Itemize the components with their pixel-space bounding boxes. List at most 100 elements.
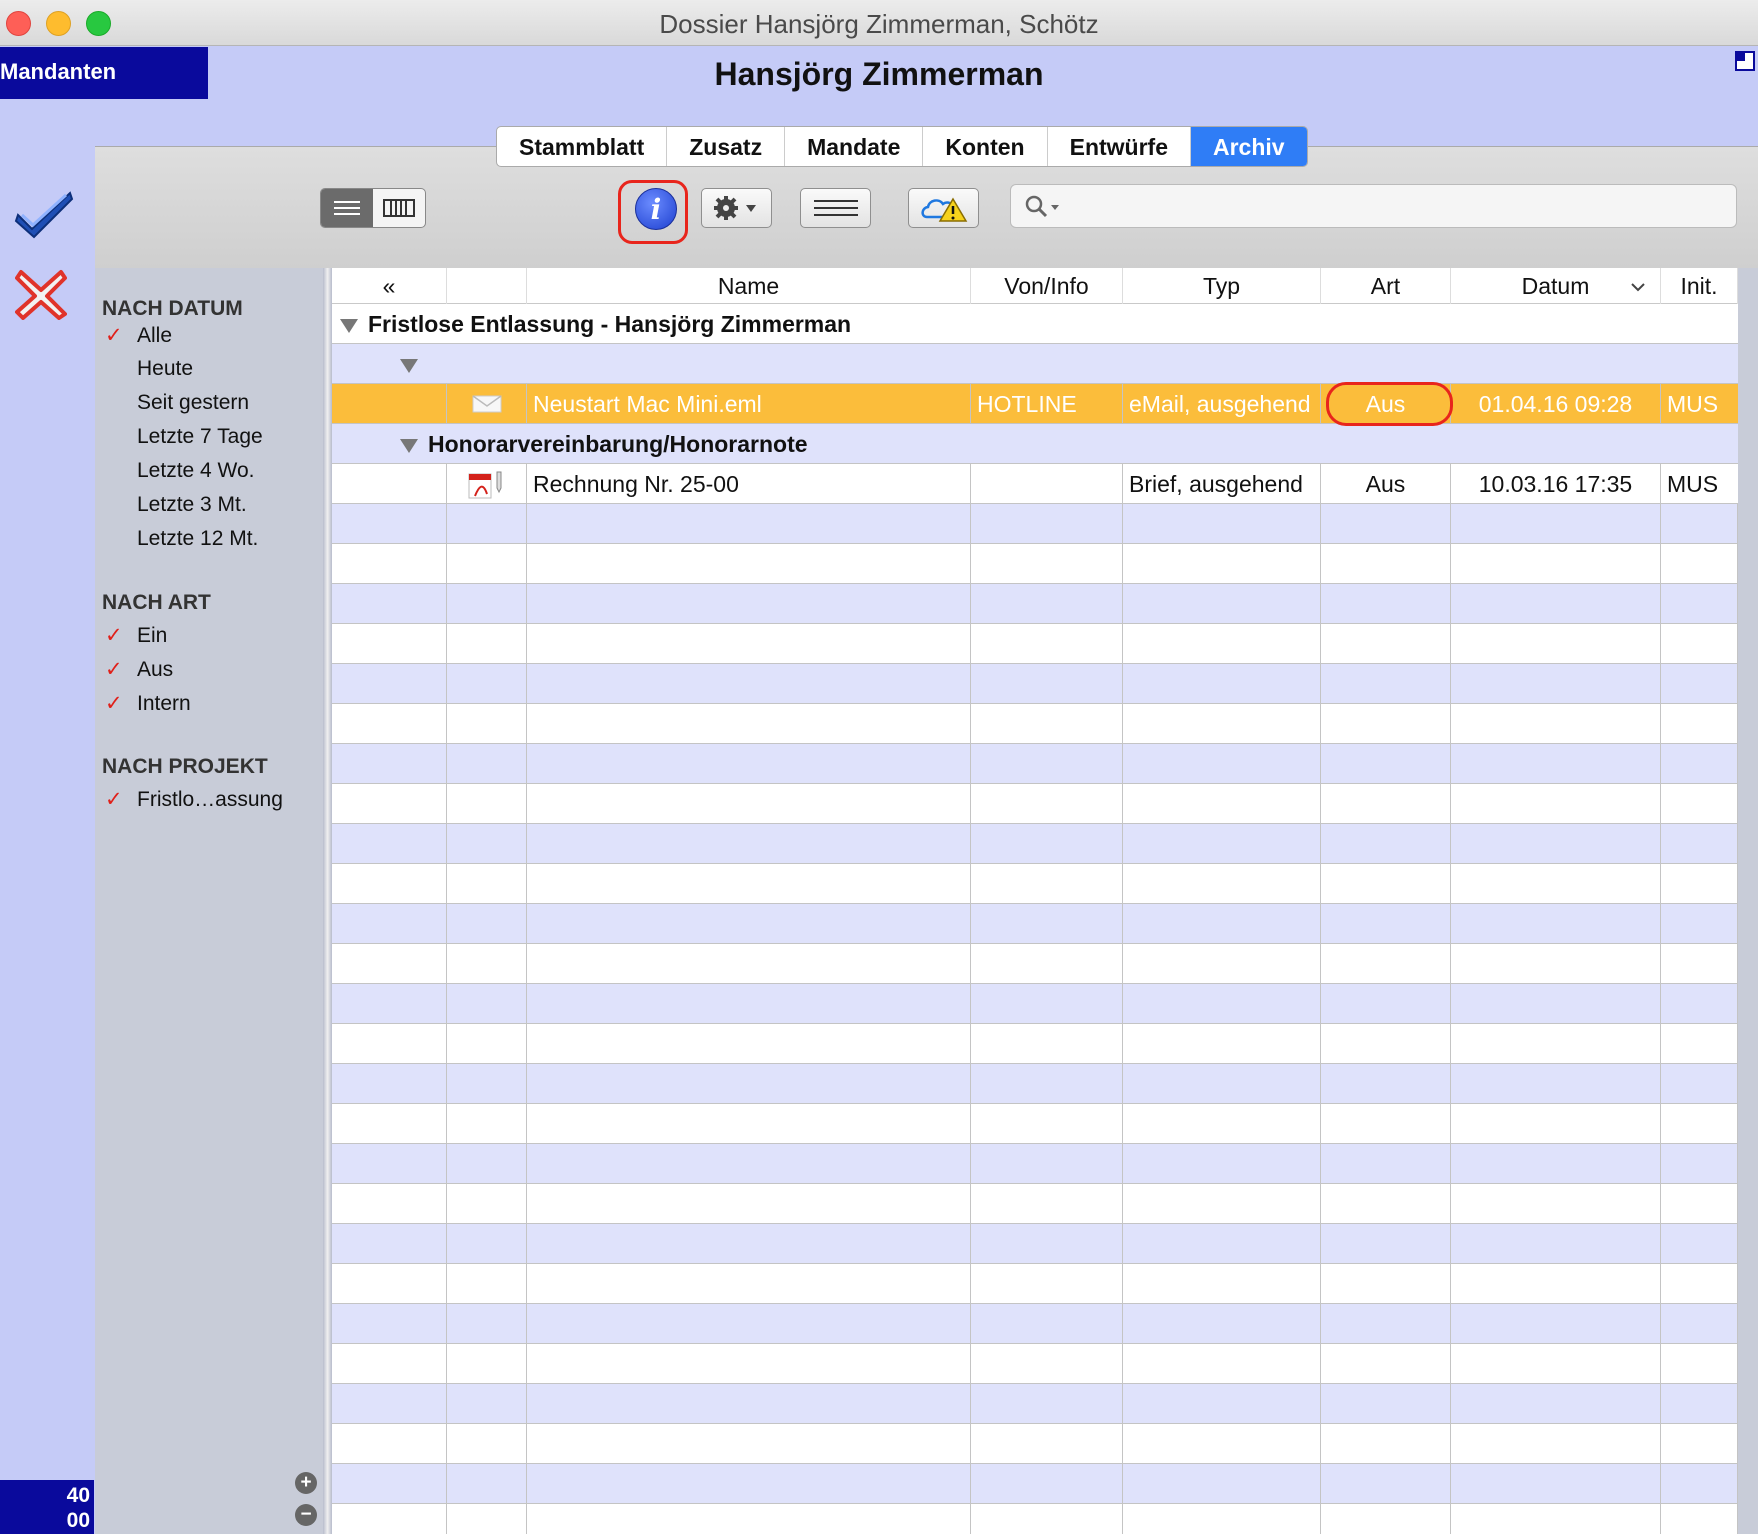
empty-table-row[interactable] <box>332 1424 1738 1464</box>
filter-label: Letzte 3 Mt. <box>137 493 247 516</box>
empty-table-row[interactable] <box>332 1504 1738 1534</box>
empty-table-row[interactable] <box>332 984 1738 1024</box>
search-input[interactable] <box>1063 191 1723 221</box>
empty-table-row[interactable] <box>332 624 1738 664</box>
table-row[interactable]: Neustart Mac Mini.eml HOTLINE eMail, aus… <box>332 384 1738 424</box>
confirm-check-icon[interactable] <box>14 185 74 239</box>
empty-table-row[interactable] <box>332 1184 1738 1224</box>
check-icon: ✓ <box>105 324 123 347</box>
layout-lines-button[interactable] <box>800 188 871 228</box>
column-header-datum[interactable]: Datum <box>1451 268 1661 304</box>
empty-table-row[interactable] <box>332 1104 1738 1144</box>
empty-table-row[interactable] <box>332 704 1738 744</box>
filter-ein[interactable]: ✓ Ein <box>105 623 167 648</box>
tab-bar: Stammblatt Zusatz Mandate Konten Entwürf… <box>496 126 1308 167</box>
empty-table-row[interactable] <box>332 1384 1738 1424</box>
view-mode-segment <box>320 188 426 228</box>
filter-letzte-4-wo[interactable]: Letzte 4 Wo. <box>105 459 255 483</box>
search-field[interactable] <box>1010 184 1737 228</box>
sort-chevron-down-icon <box>1631 283 1645 292</box>
empty-table-row[interactable] <box>332 1064 1738 1104</box>
filter-letzte-3-mt[interactable]: Letzte 3 Mt. <box>105 493 247 517</box>
counter-line-2: 00 <box>66 1509 90 1532</box>
tab-archiv[interactable]: Archiv <box>1191 127 1307 166</box>
cancel-x-icon[interactable] <box>15 268 67 320</box>
add-filter-button[interactable]: + <box>295 1472 317 1494</box>
filter-projekt-fristlos[interactable]: ✓ Fristlo…assung <box>105 787 283 812</box>
column-view-button[interactable] <box>373 189 425 227</box>
tab-zusatz[interactable]: Zusatz <box>667 127 786 166</box>
empty-table-row[interactable] <box>332 944 1738 984</box>
cloud-warning-button[interactable] <box>908 188 979 228</box>
column-header-init[interactable]: Init. <box>1661 268 1738 304</box>
sidebar-splitter[interactable] <box>323 268 332 1534</box>
gear-icon <box>713 196 756 220</box>
cell-datum: 10.03.16 17:35 <box>1451 464 1661 504</box>
group-row[interactable]: Fristlose Entlassung - Hansjörg Zimmerma… <box>332 304 1738 344</box>
archive-table: « Name Von/Info Typ Art Datum Init. Fris… <box>332 268 1738 1534</box>
list-view-button[interactable] <box>321 189 373 227</box>
tab-konten[interactable]: Konten <box>923 127 1048 166</box>
tab-mandate[interactable]: Mandate <box>785 127 924 166</box>
cell-init: MUS <box>1667 471 1719 497</box>
empty-table-row[interactable] <box>332 824 1738 864</box>
column-view-icon <box>383 199 415 217</box>
disclosure-triangle-icon[interactable] <box>400 358 418 373</box>
group-row[interactable]: Honorarvereinbarung/Honorarnote <box>332 424 1738 464</box>
empty-table-row[interactable] <box>332 1144 1738 1184</box>
column-header-art[interactable]: Art <box>1321 268 1451 304</box>
check-icon: ✓ <box>105 624 123 647</box>
filter-alle[interactable]: ✓ Alle <box>105 323 172 348</box>
cell-von <box>971 464 1123 504</box>
check-icon: ✓ <box>105 692 123 715</box>
info-button[interactable]: i <box>635 188 677 230</box>
filter-label: Intern <box>137 692 191 715</box>
column-header-typ[interactable]: Typ <box>1123 268 1321 304</box>
column-header-name[interactable]: Name <box>527 268 971 304</box>
art-highlight-ring <box>1326 382 1453 426</box>
cell-init: MUS <box>1667 391 1719 417</box>
filter-label: Letzte 12 Mt. <box>137 527 259 550</box>
filter-heute[interactable]: Heute <box>105 357 193 381</box>
empty-table-row[interactable] <box>332 784 1738 824</box>
filter-label: Letzte 7 Tage <box>137 425 263 448</box>
tab-entwuerfe[interactable]: Entwürfe <box>1048 127 1191 166</box>
page-title: Hansjörg Zimmerman <box>714 56 1044 92</box>
title-bar: Dossier Hansjörg Zimmerman, Schötz <box>0 0 1758 46</box>
action-menu-button[interactable] <box>701 188 772 228</box>
remove-filter-button[interactable]: − <box>295 1504 317 1526</box>
empty-table-row[interactable] <box>332 1304 1738 1344</box>
list-view-icon <box>334 201 360 215</box>
table-header: « Name Von/Info Typ Art Datum Init. <box>332 268 1738 304</box>
filter-letzte-12-mt[interactable]: Letzte 12 Mt. <box>105 527 258 551</box>
column-header-collapse[interactable]: « <box>332 268 447 304</box>
empty-table-row[interactable] <box>332 664 1738 704</box>
filter-aus[interactable]: ✓ Aus <box>105 657 173 682</box>
info-icon: i <box>650 193 662 226</box>
disclosure-triangle-icon[interactable] <box>400 438 418 453</box>
filter-seit-gestern[interactable]: Seit gestern <box>105 391 249 415</box>
empty-table-row[interactable] <box>332 584 1738 624</box>
empty-table-row[interactable] <box>332 504 1738 544</box>
group-row[interactable] <box>332 344 1738 384</box>
column-header-von[interactable]: Von/Info <box>971 268 1123 304</box>
empty-table-row[interactable] <box>332 544 1738 584</box>
filter-intern[interactable]: ✓ Intern <box>105 691 191 716</box>
empty-table-row[interactable] <box>332 864 1738 904</box>
section-heading-projekt: NACH PROJEKT <box>102 755 268 778</box>
tab-stammblatt[interactable]: Stammblatt <box>497 127 668 166</box>
empty-table-row[interactable] <box>332 904 1738 944</box>
window-restore-icon[interactable] <box>1735 51 1755 71</box>
empty-table-row[interactable] <box>332 1344 1738 1384</box>
disclosure-triangle-icon[interactable] <box>340 318 358 333</box>
filter-letzte-7-tage[interactable]: Letzte 7 Tage <box>105 425 263 449</box>
empty-table-row[interactable] <box>332 1464 1738 1504</box>
column-header-icon[interactable] <box>447 268 527 304</box>
empty-table-row[interactable] <box>332 1264 1738 1304</box>
empty-table-row[interactable] <box>332 1024 1738 1064</box>
table-row[interactable]: Rechnung Nr. 25-00 Brief, ausgehend Aus … <box>332 464 1738 504</box>
datum-header-label: Datum <box>1521 273 1590 299</box>
empty-table-row[interactable] <box>332 1224 1738 1264</box>
check-icon: ✓ <box>105 788 123 811</box>
empty-table-row[interactable] <box>332 744 1738 784</box>
